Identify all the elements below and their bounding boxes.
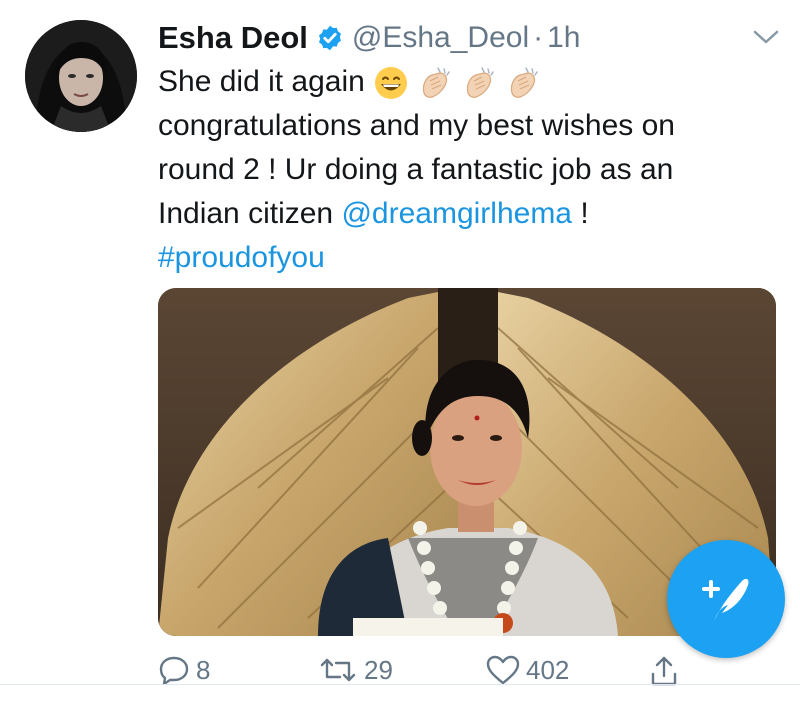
reply-icon — [159, 656, 189, 685]
like-count: 402 — [526, 654, 570, 685]
tweet-text-line-3: round 2 ! Ur doing a fantastic job as an — [158, 153, 674, 186]
chevron-down-icon[interactable] — [752, 28, 780, 46]
tweet-text-line-5: #proudofyou — [158, 236, 788, 280]
clapping-hands-icon — [466, 67, 494, 98]
hashtag-link[interactable]: #proudofyou — [158, 241, 325, 274]
grinning-face-icon — [375, 67, 408, 100]
text-segment: She did it again — [158, 65, 365, 98]
separator-dot: · — [533, 21, 544, 54]
compose-tweet-icon — [702, 578, 749, 621]
divider — [0, 684, 800, 685]
tweet-header: Esha Deol @Esha_Deol · 1h — [158, 18, 580, 58]
text-segment: ! — [580, 197, 589, 230]
avatar[interactable] — [25, 20, 137, 132]
heart-icon — [486, 655, 520, 685]
text-segment: Indian citizen — [158, 197, 334, 230]
tweet-timestamp[interactable]: 1h — [547, 21, 580, 55]
author-name[interactable]: Esha Deol — [158, 20, 308, 56]
verified-badge-icon — [318, 25, 341, 51]
tweet[interactable]: Esha Deol @Esha_Deol · 1h She did it aga… — [0, 0, 800, 702]
reply-count: 8 — [196, 654, 211, 685]
tweet-text-line-4: Indian citizen @dreamgirlhema ! — [158, 192, 788, 236]
retweet-count: 29 — [364, 654, 393, 685]
clapping-hands-icon — [422, 67, 450, 98]
tweet-text-line-1: She did it again — [158, 60, 788, 104]
author-handle[interactable]: @Esha_Deol — [352, 21, 529, 55]
share-icon — [651, 656, 677, 686]
clapping-hands-icon — [511, 67, 538, 98]
retweet-icon — [320, 658, 356, 682]
compose-tweet-button[interactable] — [667, 540, 785, 658]
tweet-text-line-2: congratulations and my best wishes on — [158, 109, 675, 142]
mention-link[interactable]: @dreamgirlhema — [341, 197, 572, 230]
tweet-text: She did it again congratulations and my … — [158, 60, 788, 280]
